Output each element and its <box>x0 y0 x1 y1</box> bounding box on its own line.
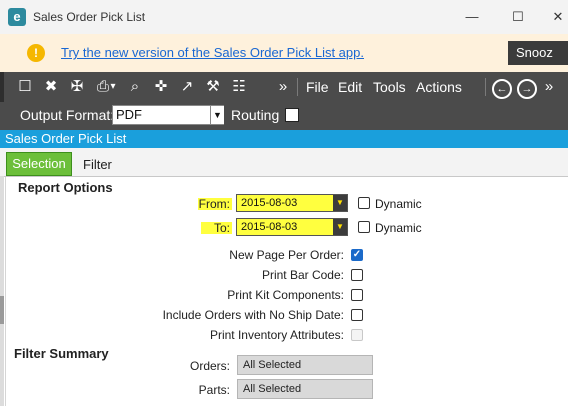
tools-icon[interactable]: ⚒ <box>202 76 224 98</box>
maximize-icon[interactable]: ☐ <box>506 6 530 28</box>
print-kit-components-checkbox[interactable] <box>351 289 363 301</box>
to-dynamic-label: Dynamic <box>375 221 422 235</box>
route-icon[interactable]: ↗ <box>176 76 198 98</box>
menu-actions[interactable]: Actions <box>416 79 462 95</box>
new-document-icon[interactable]: ☐ <box>14 76 36 98</box>
output-format-value: PDF <box>116 107 142 122</box>
toolbar-separator <box>485 78 486 96</box>
output-format-label: Output Format: <box>20 107 115 123</box>
parts-label: Parts: <box>198 383 230 397</box>
from-dynamic-label: Dynamic <box>375 197 422 211</box>
menu-edit[interactable]: Edit <box>338 79 362 95</box>
try-new-version-link[interactable]: Try the new version of the Sales Order P… <box>61 45 364 60</box>
print-kit-components-label: Print Kit Components: <box>227 288 344 302</box>
scrollbar-thumb[interactable] <box>0 296 4 324</box>
from-date-value: 2015-08-03 <box>241 197 298 209</box>
print-inventory-attributes-checkbox <box>351 329 363 341</box>
info-icon: ! <box>27 44 45 62</box>
menu-tools[interactable]: Tools <box>373 79 406 95</box>
print-bar-code-label: Print Bar Code: <box>261 268 344 282</box>
to-date-value: 2015-08-03 <box>241 221 298 233</box>
new-page-per-order-checkbox[interactable]: ✓ <box>351 249 363 261</box>
include-no-ship-date-label: Include Orders with No Ship Date: <box>162 308 344 322</box>
chevron-down-icon[interactable]: ▼ <box>333 219 347 235</box>
print-dropdown-icon[interactable]: ▾ <box>108 76 118 98</box>
print-preview-icon[interactable]: ⌕ <box>124 76 146 98</box>
overflow-icon[interactable]: » <box>276 76 290 98</box>
schedule-icon[interactable]: ✜ <box>150 76 172 98</box>
menu-file[interactable]: File <box>306 79 329 95</box>
scrollbar-track[interactable] <box>0 176 4 406</box>
minimize-icon[interactable]: — <box>460 6 484 28</box>
to-dynamic-checkbox[interactable] <box>358 221 370 233</box>
from-label: From: <box>198 197 230 211</box>
print-bar-code-checkbox[interactable] <box>351 269 363 281</box>
filter-summary-title: Filter Summary <box>14 346 109 361</box>
parts-summary-field: All Selected <box>237 379 373 399</box>
include-no-ship-date-checkbox[interactable] <box>351 309 363 321</box>
orders-label: Orders: <box>189 359 230 373</box>
from-dynamic-checkbox[interactable] <box>358 197 370 209</box>
window-title: Sales Order Pick List <box>33 10 146 24</box>
tab-selection[interactable]: Selection <box>6 152 72 176</box>
toolbar-separator <box>297 78 298 96</box>
forward-icon[interactable]: → <box>517 79 537 99</box>
report-options-title: Report Options <box>18 180 113 195</box>
calculator-icon[interactable]: ☷ <box>228 76 250 98</box>
back-icon[interactable]: ← <box>492 79 512 99</box>
orders-summary-field: All Selected <box>237 355 373 375</box>
delete-icon[interactable]: ✖ <box>40 76 62 98</box>
new-page-per-order-label: New Page Per Order: <box>229 248 344 262</box>
form-title: Sales Order Pick List <box>5 131 127 146</box>
tab-filter[interactable]: Filter <box>83 157 112 172</box>
chevron-down-icon[interactable]: ▼ <box>333 195 347 211</box>
to-label: To: <box>213 221 230 235</box>
print-inventory-attributes-label: Print Inventory Attributes: <box>209 328 344 342</box>
chevron-down-icon[interactable]: ▼ <box>210 106 224 124</box>
clear-broom-icon[interactable]: ✠ <box>66 76 88 98</box>
overflow-icon[interactable]: » <box>542 76 556 98</box>
close-icon[interactable]: ✕ <box>546 6 568 28</box>
epicor-app-icon: e <box>8 8 26 26</box>
snooze-button[interactable]: Snooz <box>508 41 568 65</box>
routing-label: Routing <box>231 107 280 123</box>
routing-checkbox[interactable] <box>285 108 299 122</box>
